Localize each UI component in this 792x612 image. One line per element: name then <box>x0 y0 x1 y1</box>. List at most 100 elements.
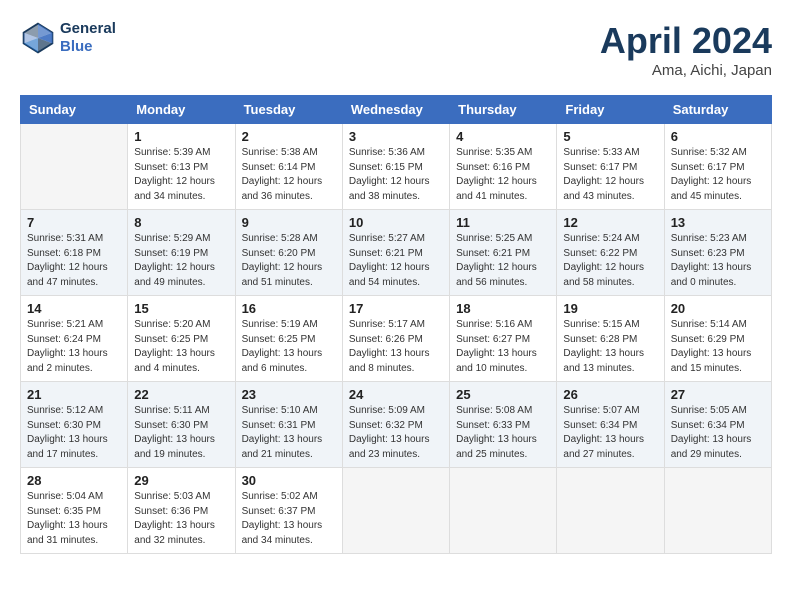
day-info: Sunrise: 5:24 AMSunset: 6:22 PMDaylight:… <box>563 232 657 290</box>
day-info: Sunrise: 5:11 AMSunset: 6:30 PMDaylight:… <box>134 404 228 462</box>
day-number: 14 <box>27 301 121 316</box>
day-number: 16 <box>242 301 336 316</box>
calendar-day-cell <box>450 468 557 554</box>
day-number: 24 <box>349 387 443 402</box>
day-number: 10 <box>349 215 443 230</box>
day-info: Sunrise: 5:09 AMSunset: 6:32 PMDaylight:… <box>349 404 443 462</box>
day-info: Sunrise: 5:19 AMSunset: 6:25 PMDaylight:… <box>242 318 336 376</box>
calendar-day-cell <box>342 468 449 554</box>
calendar-day-cell: 14 Sunrise: 5:21 AMSunset: 6:24 PMDayligh… <box>21 296 128 382</box>
calendar-day-cell: 24 Sunrise: 5:09 AMSunset: 6:32 PMDayligh… <box>342 382 449 468</box>
day-info: Sunrise: 5:17 AMSunset: 6:26 PMDaylight:… <box>349 318 443 376</box>
day-info: Sunrise: 5:20 AMSunset: 6:25 PMDaylight:… <box>134 318 228 376</box>
day-number: 28 <box>27 473 121 488</box>
day-info: Sunrise: 5:29 AMSunset: 6:19 PMDaylight:… <box>134 232 228 290</box>
day-info: Sunrise: 5:14 AMSunset: 6:29 PMDaylight:… <box>671 318 765 376</box>
day-info: Sunrise: 5:12 AMSunset: 6:30 PMDaylight:… <box>27 404 121 462</box>
calendar-day-cell: 21 Sunrise: 5:12 AMSunset: 6:30 PMDayligh… <box>21 382 128 468</box>
day-number: 20 <box>671 301 765 316</box>
calendar-day-cell: 28 Sunrise: 5:04 AMSunset: 6:35 PMDayligh… <box>21 468 128 554</box>
day-info: Sunrise: 5:33 AMSunset: 6:17 PMDaylight:… <box>563 146 657 204</box>
day-info: Sunrise: 5:04 AMSunset: 6:35 PMDaylight:… <box>27 490 121 548</box>
day-number: 29 <box>134 473 228 488</box>
calendar-day-cell: 7Sunrise: 5:31 AMSunset: 6:18 PMDaylight… <box>21 210 128 296</box>
weekday-header-row: SundayMondayTuesdayWednesdayThursdayFrid… <box>21 96 772 124</box>
day-number: 8 <box>134 215 228 230</box>
month-title: April 2024 <box>600 20 772 62</box>
calendar-day-cell <box>21 124 128 210</box>
day-number: 26 <box>563 387 657 402</box>
day-number: 21 <box>27 387 121 402</box>
calendar-day-cell <box>557 468 664 554</box>
calendar-day-cell: 8 Sunrise: 5:29 AMSunset: 6:19 PMDaylight… <box>128 210 235 296</box>
logo-text: General Blue <box>60 20 116 56</box>
day-number: 6 <box>671 129 765 144</box>
calendar-day-cell: 29Sunrise: 5:03 AMSunset: 6:36 PMDayligh… <box>128 468 235 554</box>
day-info: Sunrise: 5:02 AMSunset: 6:37 PMDaylight:… <box>242 490 336 548</box>
day-number: 11 <box>456 215 550 230</box>
day-number: 12 <box>563 215 657 230</box>
day-number: 2 <box>242 129 336 144</box>
calendar-day-cell: 15 Sunrise: 5:20 AMSunset: 6:25 PMDayligh… <box>128 296 235 382</box>
weekday-header-cell: Monday <box>128 96 235 124</box>
calendar-day-cell: 10 Sunrise: 5:27 AMSunset: 6:21 PMDayligh… <box>342 210 449 296</box>
day-number: 27 <box>671 387 765 402</box>
logo-icon <box>20 20 56 56</box>
day-info: Sunrise: 5:27 AMSunset: 6:21 PMDaylight:… <box>349 232 443 290</box>
calendar-week-row: 1Sunrise: 5:39 AMSunset: 6:13 PMDaylight… <box>21 124 772 210</box>
calendar-day-cell: 23 Sunrise: 5:10 AMSunset: 6:31 PMDayligh… <box>235 382 342 468</box>
day-number: 13 <box>671 215 765 230</box>
day-number: 30 <box>242 473 336 488</box>
day-number: 15 <box>134 301 228 316</box>
day-info: Sunrise: 5:15 AMSunset: 6:28 PMDaylight:… <box>563 318 657 376</box>
weekday-header-cell: Friday <box>557 96 664 124</box>
day-number: 25 <box>456 387 550 402</box>
calendar-day-cell: 1Sunrise: 5:39 AMSunset: 6:13 PMDaylight… <box>128 124 235 210</box>
day-info: Sunrise: 5:28 AMSunset: 6:20 PMDaylight:… <box>242 232 336 290</box>
weekday-header-cell: Tuesday <box>235 96 342 124</box>
day-info: Sunrise: 5:21 AMSunset: 6:24 PMDaylight:… <box>27 318 121 376</box>
day-info: Sunrise: 5:36 AMSunset: 6:15 PMDaylight:… <box>349 146 443 204</box>
calendar-day-cell: 25 Sunrise: 5:08 AMSunset: 6:33 PMDayligh… <box>450 382 557 468</box>
calendar-day-cell: 13 Sunrise: 5:23 AMSunset: 6:23 PMDayligh… <box>664 210 771 296</box>
weekday-header-cell: Saturday <box>664 96 771 124</box>
day-number: 23 <box>242 387 336 402</box>
day-number: 5 <box>563 129 657 144</box>
day-info: Sunrise: 5:08 AMSunset: 6:33 PMDaylight:… <box>456 404 550 462</box>
calendar-day-cell: 22 Sunrise: 5:11 AMSunset: 6:30 PMDayligh… <box>128 382 235 468</box>
calendar-day-cell: 11 Sunrise: 5:25 AMSunset: 6:21 PMDayligh… <box>450 210 557 296</box>
calendar-day-cell: 20 Sunrise: 5:14 AMSunset: 6:29 PMDayligh… <box>664 296 771 382</box>
calendar-day-cell: 4Sunrise: 5:35 AMSunset: 6:16 PMDaylight… <box>450 124 557 210</box>
day-info: Sunrise: 5:23 AMSunset: 6:23 PMDaylight:… <box>671 232 765 290</box>
calendar-week-row: 21 Sunrise: 5:12 AMSunset: 6:30 PMDayligh… <box>21 382 772 468</box>
calendar-day-cell: 17 Sunrise: 5:17 AMSunset: 6:26 PMDayligh… <box>342 296 449 382</box>
calendar-day-cell: 30 Sunrise: 5:02 AMSunset: 6:37 PMDayligh… <box>235 468 342 554</box>
weekday-header-cell: Thursday <box>450 96 557 124</box>
day-number: 7 <box>27 215 121 230</box>
calendar-day-cell: 16 Sunrise: 5:19 AMSunset: 6:25 PMDayligh… <box>235 296 342 382</box>
day-info: Sunrise: 5:25 AMSunset: 6:21 PMDaylight:… <box>456 232 550 290</box>
day-number: 19 <box>563 301 657 316</box>
weekday-header-cell: Sunday <box>21 96 128 124</box>
day-info: Sunrise: 5:16 AMSunset: 6:27 PMDaylight:… <box>456 318 550 376</box>
day-info: Sunrise: 5:38 AMSunset: 6:14 PMDaylight:… <box>242 146 336 204</box>
calendar-day-cell: 2 Sunrise: 5:38 AMSunset: 6:14 PMDaylight… <box>235 124 342 210</box>
day-info: Sunrise: 5:10 AMSunset: 6:31 PMDaylight:… <box>242 404 336 462</box>
calendar-day-cell: 5 Sunrise: 5:33 AMSunset: 6:17 PMDaylight… <box>557 124 664 210</box>
calendar-body: 1Sunrise: 5:39 AMSunset: 6:13 PMDaylight… <box>21 124 772 554</box>
weekday-header-cell: Wednesday <box>342 96 449 124</box>
day-number: 9 <box>242 215 336 230</box>
day-info: Sunrise: 5:35 AMSunset: 6:16 PMDaylight:… <box>456 146 550 204</box>
location: Ama, Aichi, Japan <box>600 62 772 79</box>
calendar-week-row: 28 Sunrise: 5:04 AMSunset: 6:35 PMDayligh… <box>21 468 772 554</box>
day-info: Sunrise: 5:32 AMSunset: 6:17 PMDaylight:… <box>671 146 765 204</box>
calendar-day-cell: 3Sunrise: 5:36 AMSunset: 6:15 PMDaylight… <box>342 124 449 210</box>
day-number: 22 <box>134 387 228 402</box>
calendar-week-row: 14 Sunrise: 5:21 AMSunset: 6:24 PMDayligh… <box>21 296 772 382</box>
calendar-day-cell: 12 Sunrise: 5:24 AMSunset: 6:22 PMDayligh… <box>557 210 664 296</box>
calendar-week-row: 7Sunrise: 5:31 AMSunset: 6:18 PMDaylight… <box>21 210 772 296</box>
calendar-day-cell: 26Sunrise: 5:07 AMSunset: 6:34 PMDayligh… <box>557 382 664 468</box>
page-header: General Blue April 2024 Ama, Aichi, Japa… <box>20 20 772 79</box>
calendar-table: SundayMondayTuesdayWednesdayThursdayFrid… <box>20 95 772 554</box>
day-number: 17 <box>349 301 443 316</box>
